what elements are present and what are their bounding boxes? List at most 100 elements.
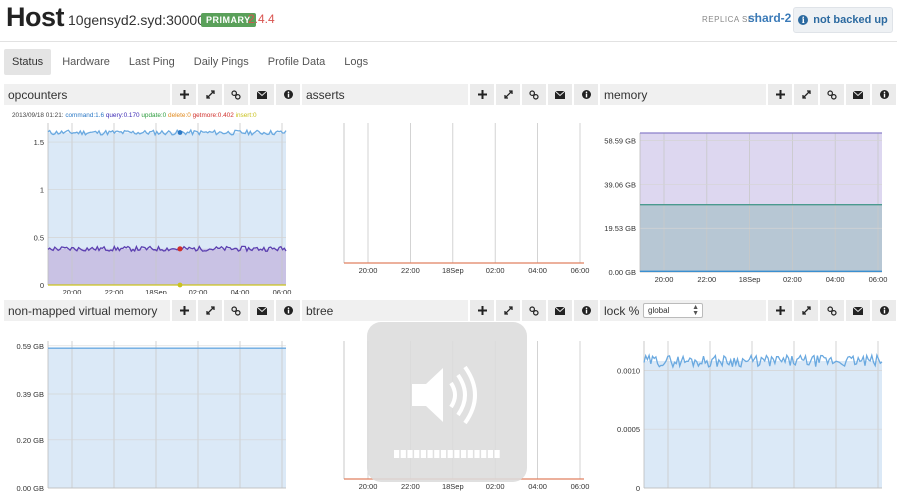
link-button[interactable] [522,84,546,105]
plus-button[interactable] [172,84,196,105]
email-button[interactable] [250,300,274,321]
panel-title: btree [302,300,468,321]
expand-button[interactable] [198,84,222,105]
link-button[interactable] [224,300,248,321]
info-button[interactable] [574,84,598,105]
email-button[interactable] [250,84,274,105]
plus-icon [477,306,487,315]
x-tick-label: 02:00 [783,275,802,284]
tab-status[interactable]: Status [4,49,52,75]
lock-scope-value: global [648,306,670,315]
info-icon [283,90,293,99]
info-icon [283,306,293,315]
link-button[interactable] [820,84,844,105]
tab-bar: Status Hardware Last Ping Daily Pings Pr… [4,49,379,75]
x-tick-label: 18Sep [739,275,761,284]
link-button[interactable] [820,300,844,321]
plus-button[interactable] [768,84,792,105]
host-name: 10gensyd2.syd:30000 [68,12,205,28]
info-button[interactable] [276,300,300,321]
email-icon [555,306,565,315]
info-button[interactable] [872,84,896,105]
x-tick-label: 06:00 [571,482,590,491]
plus-button[interactable] [172,300,196,321]
x-tick-label: 22:00 [697,275,716,284]
tab-profile-data[interactable]: Profile Data [260,49,333,75]
backup-status-button[interactable]: i not backed up [793,7,893,33]
x-tick-label: 06:00 [869,275,888,284]
volume-tick [394,450,400,458]
email-icon [853,306,863,315]
y-tick-label: 0.5 [34,233,44,242]
tab-logs[interactable]: Logs [336,49,376,75]
x-tick-label: 18Sep [442,482,464,491]
tab-hardware[interactable]: Hardware [54,49,118,75]
email-icon [555,90,565,99]
expand-button[interactable] [794,84,818,105]
link-icon [529,89,539,100]
expand-icon [205,306,215,315]
email-button[interactable] [548,84,572,105]
volume-tick [440,450,447,458]
link-icon [529,305,539,316]
volume-level-bar [394,450,500,458]
expand-icon [801,90,811,99]
tab-last-ping[interactable]: Last Ping [121,49,183,75]
volume-tick [400,450,406,458]
replica-set-link[interactable]: shard-2 [748,11,791,25]
info-button[interactable] [872,300,896,321]
link-button[interactable] [224,84,248,105]
email-button[interactable] [846,300,870,321]
marker-insert [177,282,183,288]
email-button[interactable] [846,84,870,105]
lock-scope-select[interactable]: global ▲ ▼ [643,303,703,318]
email-icon [853,90,863,99]
volume-tick [407,450,413,458]
volume-tick [434,450,440,458]
info-icon [879,90,889,99]
y-tick-label: 1.5 [34,138,44,147]
plus-button[interactable] [768,300,792,321]
panel-toolbar [766,300,896,321]
x-tick-label: 04:00 [528,482,547,491]
volume-tick [467,450,473,458]
expand-button[interactable] [496,300,520,321]
page-title: Host [6,2,65,32]
tab-daily-pings[interactable]: Daily Pings [186,49,257,75]
volume-tick [447,450,453,458]
series-area-lock [644,360,882,488]
info-icon: i [798,15,809,25]
x-tick-label: 20:00 [359,482,378,491]
expand-icon [503,306,513,315]
expand-icon [801,306,811,315]
x-tick-label: 02:00 [486,482,505,491]
plus-button[interactable] [470,84,494,105]
x-tick-label: 06:00 [273,288,292,294]
y-tick-label: 0.59 GB [16,342,44,351]
email-button[interactable] [548,300,572,321]
expand-button[interactable] [794,300,818,321]
volume-tick [427,450,433,458]
info-button[interactable] [574,300,598,321]
plus-button[interactable] [470,300,494,321]
volume-tick [481,450,487,458]
speaker-icon [412,365,477,425]
volume-tick [420,450,426,458]
expand-icon [205,90,215,99]
expand-button[interactable] [496,84,520,105]
plus-icon [179,306,189,315]
x-tick-label: 20:00 [359,266,378,275]
x-tick-label: 18Sep [145,288,167,294]
expand-icon [503,90,513,99]
opcounters-chart: 20:00 22:00 18Sep 02:00 04:00 06:00 0 0.5 1 1.5 [34,123,292,294]
series-area-mapped [640,204,882,272]
panel-title: non-mapped virtual memory [4,300,170,321]
link-button[interactable] [522,300,546,321]
y-tick-label: 0.39 GB [16,390,44,399]
nonmapped-memory-panel: non-mapped virtual memory 20:0022:0018Se… [4,300,300,491]
y-tick-label: 0 [40,281,44,290]
expand-button[interactable] [198,300,222,321]
lock-chart: 20:0022:0018Sep02:0004:0006:0000.00050.0… [617,341,883,491]
info-button[interactable] [276,84,300,105]
x-tick-label: 20:00 [63,288,82,294]
